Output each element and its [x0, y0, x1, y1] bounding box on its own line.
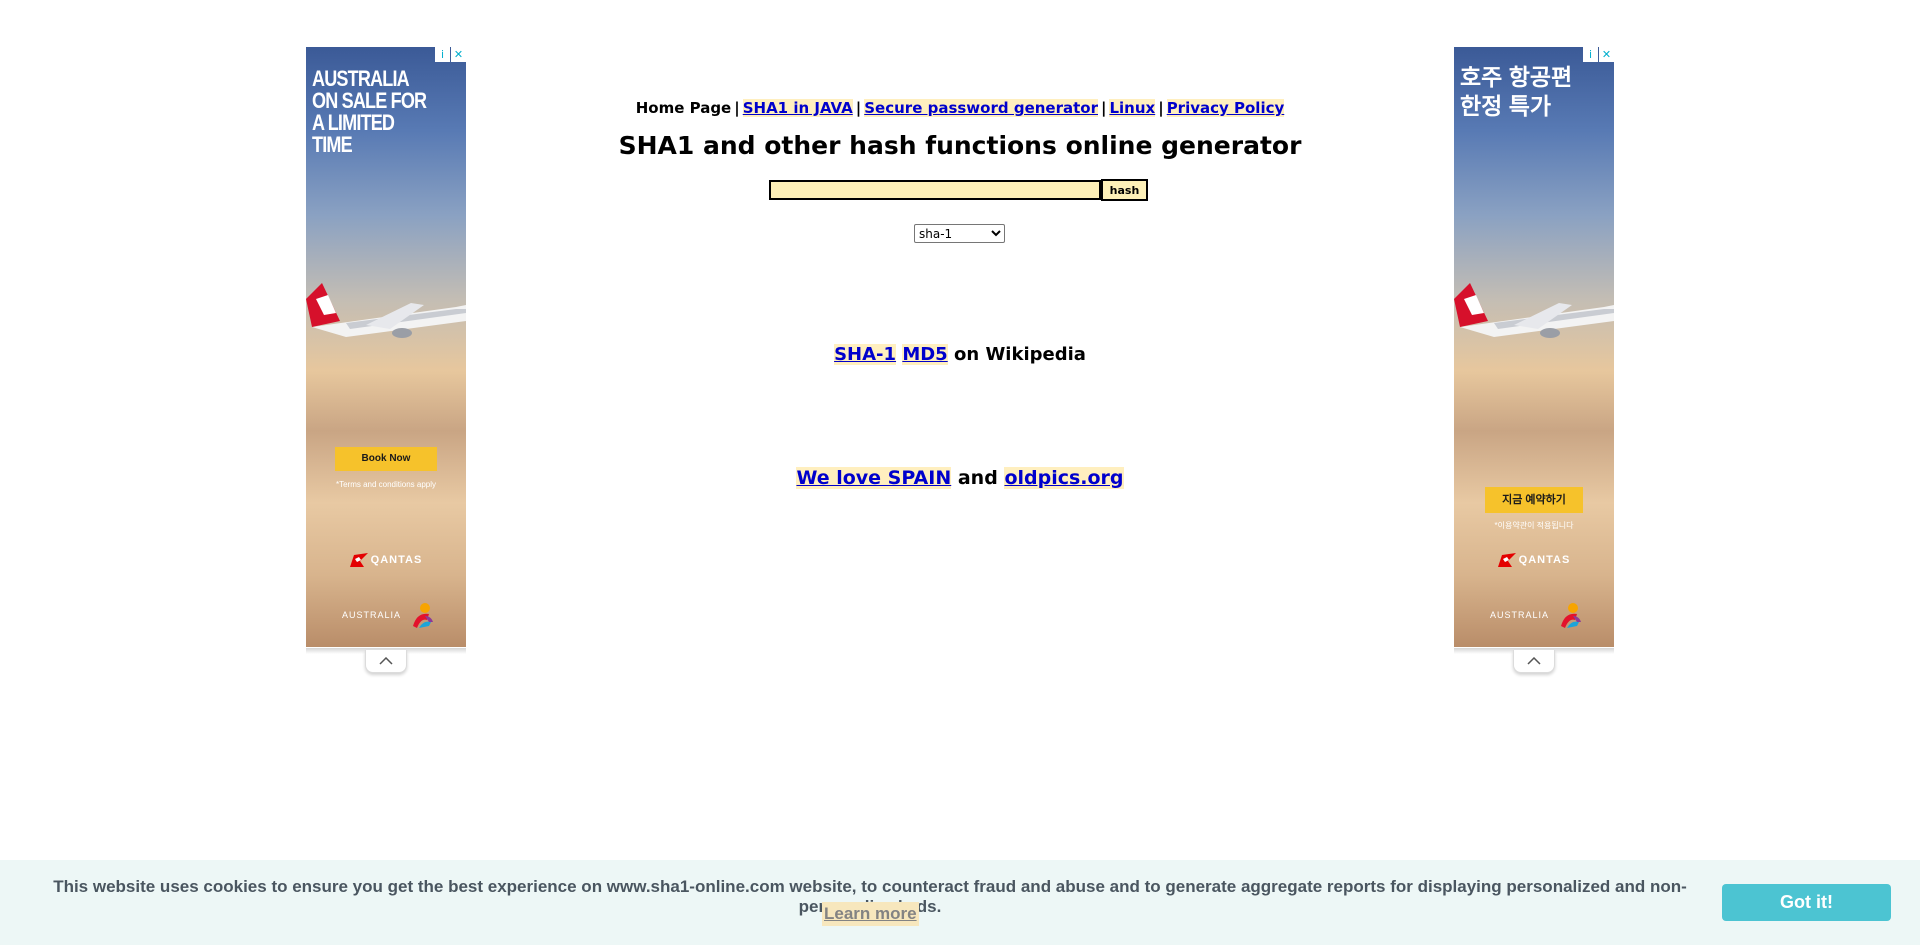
wikipedia-links: SHA-1 MD5 on Wikipedia [560, 344, 1360, 365]
ad-controls: i ✕ [1583, 47, 1614, 62]
ad-headline: 호주 항공편 한정 특가 [1460, 64, 1573, 119]
ad-info-icon[interactable]: i [1583, 47, 1598, 62]
airplane-image [1454, 283, 1614, 338]
nav-separator: | [734, 99, 740, 117]
chevron-up-icon [379, 657, 393, 665]
ad-country: AUSTRALIA [1490, 610, 1550, 620]
page-title: SHA1 and other hash functions online gen… [618, 131, 1302, 160]
wiki-suffix: on Wikipedia [954, 344, 1086, 365]
ad-brand: QANTAS [1518, 554, 1571, 566]
promo-conjunction: and [957, 467, 998, 489]
hash-form: hash [769, 179, 1148, 201]
oldpics-link[interactable]: oldpics.org [1004, 467, 1124, 489]
ad-terms: *Terms and conditions apply [335, 480, 437, 489]
got-it-button[interactable]: Got it! [1722, 884, 1891, 921]
ad-close-icon[interactable]: ✕ [1599, 47, 1614, 62]
spain-link[interactable]: We love SPAIN [796, 467, 952, 489]
chevron-up-icon [1527, 657, 1541, 665]
qantas-logo: QANTAS [306, 553, 466, 567]
australia-kangaroo-icon [413, 603, 434, 628]
kangaroo-icon [1497, 553, 1516, 567]
nav-separator: | [1100, 99, 1107, 117]
cookie-consent-bar: This website uses cookies to ensure you … [0, 860, 1920, 945]
ad-banner-left[interactable]: i ✕ AUSTRALIA ON SALE FOR A LIMITED TIME… [306, 47, 466, 647]
nav-link-linux[interactable]: Linux [1109, 99, 1156, 117]
ad-banner-right[interactable]: i ✕ 호주 항공편 한정 특가 지금 예약하기 *이용약관이 적용됩니다 QA… [1454, 47, 1614, 647]
nav-home: Home Page [635, 99, 732, 117]
qantas-logo: QANTAS [1454, 553, 1614, 567]
nav-link-privacy-policy[interactable]: Privacy Policy [1166, 99, 1285, 117]
australia-logo: AUSTRALIA [342, 600, 437, 630]
nav-link-sha1-java[interactable]: SHA1 in JAVA [742, 99, 853, 117]
hash-button[interactable]: hash [1101, 179, 1148, 201]
ad-collapse-button-right[interactable] [1513, 650, 1555, 673]
nav-separator: | [1158, 99, 1164, 117]
ad-terms: *이용약관이 적용됩니다 [1494, 521, 1574, 530]
book-now-button[interactable]: Book Now [335, 447, 437, 471]
hash-text-input[interactable] [769, 180, 1101, 200]
ad-headline: AUSTRALIA ON SALE FOR A LIMITED TIME [312, 66, 427, 157]
book-now-button[interactable]: 지금 예약하기 [1485, 487, 1583, 513]
ad-close-icon[interactable]: ✕ [451, 47, 466, 62]
nav-separator: | [855, 99, 862, 117]
ad-country: AUSTRALIA [342, 610, 402, 620]
ad-brand: QANTAS [370, 554, 423, 566]
algorithm-select[interactable]: sha-1 [914, 224, 1005, 243]
ad-info-icon[interactable]: i [435, 47, 450, 62]
sha1-wikipedia-link[interactable]: SHA-1 [834, 344, 897, 365]
australia-logo: AUSTRALIA [1490, 600, 1585, 630]
nav-link-password-generator[interactable]: Secure password generator [864, 99, 1098, 117]
promo-links: We love SPAIN and oldpics.org [560, 467, 1360, 489]
learn-more-link[interactable]: Learn more [822, 902, 919, 926]
ad-collapse-button-left[interactable] [365, 650, 407, 673]
australia-kangaroo-icon [1561, 603, 1582, 628]
kangaroo-icon [349, 553, 368, 567]
md5-wikipedia-link[interactable]: MD5 [902, 344, 948, 365]
airplane-image [306, 283, 466, 338]
top-navigation: Home Page | SHA1 in JAVA | Secure password g… [560, 99, 1360, 117]
ad-controls: i ✕ [435, 47, 466, 62]
